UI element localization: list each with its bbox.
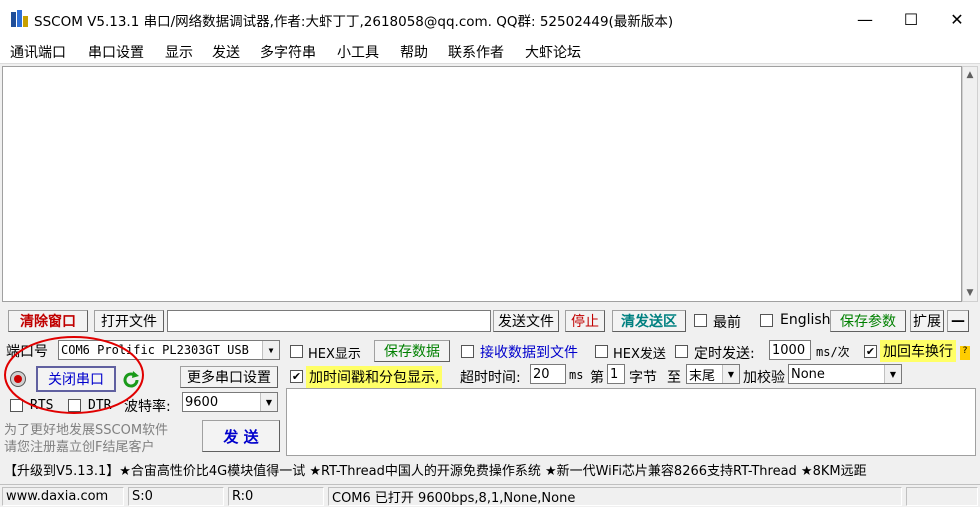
recv-to-file-checkbox[interactable] <box>461 345 474 358</box>
scroll-down-icon[interactable]: ▼ <box>963 285 977 301</box>
status-bar: www.daxia.com S:0 R:0 COM6 已打开 9600bps,8… <box>0 484 980 507</box>
status-website[interactable]: www.daxia.com <box>2 487 124 506</box>
help-icon[interactable]: ? <box>960 346 970 360</box>
status-port-state: COM6 已打开 9600bps,8,1,None,None <box>328 487 902 506</box>
highlight-ellipse <box>4 336 144 414</box>
end-select-value: 末尾 <box>689 368 716 384</box>
checksum-label: 加校验 <box>743 370 785 386</box>
chevron-down-icon: ▼ <box>262 341 279 359</box>
baud-select-value: 9600 <box>185 394 219 410</box>
add-crlf-checkbox[interactable]: ✔ <box>864 345 877 358</box>
menu-send[interactable]: 发送 <box>212 42 240 62</box>
byte-index-input[interactable]: 1 <box>607 364 625 384</box>
baud-select[interactable]: 9600 ▼ <box>182 392 278 412</box>
title-bar: SSCOM V5.13.1 串口/网络数据调试器,作者:大虾丁丁,2618058… <box>0 0 980 38</box>
hex-display-label: HEX显示 <box>308 347 361 362</box>
clear-send-area-button[interactable]: 清发送区 <box>612 310 686 332</box>
recv-to-file-label: 接收数据到文件 <box>480 345 578 361</box>
timeout-label: 超时时间: <box>460 370 521 386</box>
expand-button[interactable]: 扩展 <box>910 310 944 332</box>
chevron-down-icon: ▼ <box>260 393 277 411</box>
timeout-input[interactable]: 20 <box>530 364 566 384</box>
byte-label: 字节 <box>629 370 657 386</box>
to-label: 至 <box>667 370 681 386</box>
menu-comm-port[interactable]: 通讯端口 <box>10 42 66 62</box>
news-ticker[interactable]: 【升级到V5.13.1】★合宙高性价比4G模块值得一试 ★RT-Thread中国… <box>0 458 980 480</box>
menu-serial-settings[interactable]: 串口设置 <box>88 42 144 62</box>
status-extra <box>906 487 978 506</box>
menu-tools[interactable]: 小工具 <box>337 42 379 62</box>
timed-send-label: 定时发送: <box>694 346 755 362</box>
checksum-select-value: None <box>791 366 825 382</box>
save-params-button[interactable]: 保存参数 <box>830 310 906 332</box>
menu-multi-string[interactable]: 多字符串 <box>260 42 316 62</box>
app-logo-icon <box>11 10 28 27</box>
timestamp-label: 加时间戳和分包显示, <box>306 366 443 388</box>
interval-input[interactable]: 1000 <box>769 340 811 360</box>
send-file-button[interactable]: 发送文件 <box>493 310 559 332</box>
topmost-checkbox[interactable] <box>694 314 707 327</box>
save-data-button[interactable]: 保存数据 <box>374 340 450 362</box>
receive-area[interactable] <box>2 66 962 302</box>
hex-send-checkbox[interactable] <box>595 345 608 358</box>
english-checkbox[interactable] <box>760 314 773 327</box>
timeout-unit: ms <box>569 368 584 382</box>
byte-index-prefix: 第 <box>590 370 604 386</box>
chevron-down-icon: ▼ <box>722 365 739 383</box>
english-label: English <box>780 312 831 328</box>
receive-scrollbar[interactable] <box>962 66 978 302</box>
collapse-button[interactable]: — <box>947 310 969 332</box>
menu-forum[interactable]: 大虾论坛 <box>525 42 581 62</box>
clear-window-button[interactable]: 清除窗口 <box>8 310 88 332</box>
topmost-label: 最前 <box>713 315 741 331</box>
open-file-button[interactable]: 打开文件 <box>94 310 164 332</box>
interval-unit: ms/次 <box>816 345 850 359</box>
chevron-down-icon: ▼ <box>884 365 901 383</box>
menu-bar: 通讯端口 串口设置 显示 发送 多字符串 小工具 帮助 联系作者 大虾论坛 <box>0 38 980 64</box>
menu-display[interactable]: 显示 <box>165 42 193 62</box>
close-button[interactable]: ✕ <box>934 0 980 38</box>
menu-contact-author[interactable]: 联系作者 <box>448 42 504 62</box>
send-input-area[interactable] <box>286 388 976 456</box>
hex-display-checkbox[interactable] <box>290 345 303 358</box>
add-crlf-label: 加回车换行 <box>880 340 956 362</box>
stop-button[interactable]: 停止 <box>565 310 605 332</box>
status-sent-count: S:0 <box>128 487 224 506</box>
send-button[interactable]: 发 送 <box>202 420 280 452</box>
file-path-input[interactable] <box>167 310 491 332</box>
more-serial-settings-button[interactable]: 更多串口设置 <box>180 366 278 388</box>
minimize-button[interactable]: — <box>842 0 888 38</box>
window-title: SSCOM V5.13.1 串口/网络数据调试器,作者:大虾丁丁,2618058… <box>34 14 674 30</box>
promo-line-2[interactable]: 请您注册嘉立创F结尾客户 <box>4 436 154 455</box>
maximize-button[interactable]: ☐ <box>888 0 934 38</box>
status-recv-count: R:0 <box>228 487 324 506</box>
timestamp-checkbox[interactable]: ✔ <box>290 370 303 383</box>
end-select[interactable]: 末尾 ▼ <box>686 364 740 384</box>
hex-send-label: HEX发送 <box>613 347 666 362</box>
menu-help[interactable]: 帮助 <box>400 42 428 62</box>
timed-send-checkbox[interactable] <box>675 345 688 358</box>
checksum-select[interactable]: None ▼ <box>788 364 902 384</box>
scroll-up-icon[interactable]: ▲ <box>963 67 977 83</box>
